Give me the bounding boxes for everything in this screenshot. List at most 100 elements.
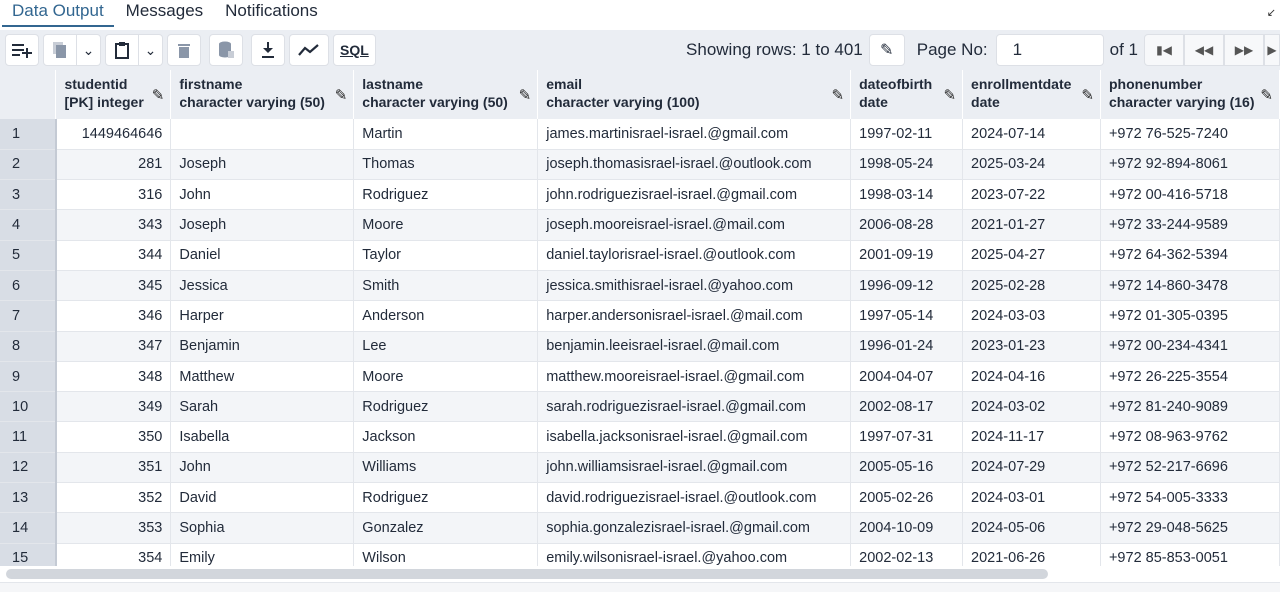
table-cell[interactable]: 344 — [55, 240, 172, 271]
delete-button[interactable] — [167, 34, 201, 66]
table-cell[interactable]: Benjamin — [170, 331, 355, 362]
column-header-enrollmentdate[interactable]: enrollmentdate date ✎ — [962, 70, 1101, 119]
table-cell[interactable]: matthew.mooreisrael-israel.@gmail.com — [537, 361, 852, 393]
table-cell[interactable]: jessica.smithisrael-israel.@yahoo.com — [537, 270, 852, 302]
column-header-studentid[interactable]: studentid [PK] integer ✎ — [55, 70, 172, 119]
table-cell[interactable]: 2024-03-02 — [962, 391, 1101, 423]
table-cell[interactable]: +972 00-416-5718 — [1100, 179, 1280, 211]
table-cell[interactable]: sarah.rodriguezisrael-israel.@gmail.com — [537, 391, 852, 423]
row-number-cell[interactable]: 2 — [0, 149, 57, 181]
paste-options-button[interactable]: ⌄ — [139, 34, 163, 66]
column-header-email[interactable]: email character varying (100) ✎ — [537, 70, 852, 119]
table-cell[interactable]: benjamin.leeisrael-israel.@mail.com — [537, 331, 852, 362]
table-cell[interactable]: harper.andersonisrael-israel.@mail.com — [537, 300, 852, 332]
table-cell[interactable]: 1996-01-24 — [850, 331, 964, 362]
table-cell[interactable]: 2006-08-28 — [850, 209, 964, 241]
table-cell[interactable]: +972 14-860-3478 — [1100, 270, 1280, 302]
table-cell[interactable]: 2005-02-26 — [850, 482, 964, 514]
table-cell[interactable]: Anderson — [353, 300, 539, 332]
table-cell[interactable]: sophia.gonzalezisrael-israel.@gmail.com — [537, 512, 852, 544]
table-cell[interactable]: Rodriguez — [353, 482, 539, 514]
download-button[interactable] — [251, 34, 285, 66]
pencil-icon[interactable]: ✎ — [943, 86, 956, 104]
row-number-cell[interactable]: 9 — [0, 361, 57, 393]
table-cell[interactable]: 354 — [55, 543, 172, 566]
table-cell[interactable]: +972 76-525-7240 — [1100, 119, 1280, 150]
table-cell[interactable]: +972 00-234-4341 — [1100, 331, 1280, 362]
table-cell[interactable]: Isabella — [170, 421, 355, 453]
table-cell[interactable]: Williams — [353, 452, 539, 484]
table-cell[interactable]: Jessica — [170, 270, 355, 302]
table-cell[interactable]: 353 — [55, 512, 172, 544]
table-row[interactable]: 12 351 John Williams john.williamsisrael-isr… — [0, 452, 1280, 484]
table-cell[interactable]: john.williamsisrael-israel.@gmail.com — [537, 452, 852, 484]
paste-button[interactable] — [105, 34, 139, 66]
table-cell[interactable]: 2025-03-24 — [962, 149, 1101, 181]
pencil-icon[interactable]: ✎ — [519, 86, 532, 104]
table-cell[interactable]: +972 29-048-5625 — [1100, 512, 1280, 544]
sql-button[interactable]: SQL — [333, 34, 376, 66]
row-number-cell[interactable]: 15 — [0, 543, 57, 566]
table-cell[interactable]: david.rodriguezisrael-israel.@outlook.co… — [537, 482, 852, 514]
row-number-cell[interactable]: 10 — [0, 391, 57, 423]
pencil-icon[interactable]: ✎ — [1081, 86, 1094, 104]
table-cell[interactable]: 1996-09-12 — [850, 270, 964, 302]
table-cell[interactable]: Lee — [353, 331, 539, 362]
copy-options-button[interactable]: ⌄ — [77, 34, 101, 66]
table-cell[interactable]: Gonzalez — [353, 512, 539, 544]
table-cell[interactable]: 2024-07-14 — [962, 119, 1101, 150]
table-cell[interactable]: 2024-07-29 — [962, 452, 1101, 484]
table-cell[interactable]: 351 — [55, 452, 172, 484]
table-cell[interactable]: Moore — [353, 361, 539, 393]
table-cell[interactable]: +972 08-963-9762 — [1100, 421, 1280, 453]
column-header-firstname[interactable]: firstname character varying (50) ✎ — [170, 70, 355, 119]
table-cell[interactable]: Rodriguez — [353, 179, 539, 211]
row-number-cell[interactable]: 6 — [0, 270, 57, 302]
table-cell[interactable]: 346 — [55, 300, 172, 332]
table-cell[interactable]: james.martinisrael-israel.@gmail.com — [537, 119, 852, 150]
row-number-cell[interactable]: 11 — [0, 421, 57, 453]
table-cell[interactable]: 281 — [55, 149, 172, 181]
last-page-button[interactable]: ▶ — [1264, 34, 1280, 66]
table-cell[interactable]: 2025-04-27 — [962, 240, 1101, 271]
table-cell[interactable]: Martin — [353, 119, 539, 150]
table-cell[interactable]: 2024-03-01 — [962, 482, 1101, 514]
row-number-cell[interactable]: 3 — [0, 179, 57, 211]
add-row-button[interactable] — [5, 34, 39, 66]
table-cell[interactable]: Moore — [353, 209, 539, 241]
table-row[interactable]: 1 1449464646 Martin james.martinisrael-isra… — [0, 119, 1280, 150]
copy-button[interactable] — [43, 34, 77, 66]
table-row[interactable]: 9 348 Matthew Moore matthew.mooreisrael-isra… — [0, 361, 1280, 393]
table-cell[interactable]: Daniel — [170, 240, 355, 271]
table-cell[interactable]: 316 — [55, 179, 172, 211]
column-header-lastname[interactable]: lastname character varying (50) ✎ — [353, 70, 539, 119]
table-cell[interactable]: daniel.taylorisrael-israel.@outlook.com — [537, 240, 852, 271]
row-number-cell[interactable]: 13 — [0, 482, 57, 514]
horizontal-scrollbar[interactable] — [6, 569, 1048, 579]
table-cell[interactable]: isabella.jacksonisrael-israel.@gmail.com — [537, 421, 852, 453]
table-cell[interactable]: 2004-04-07 — [850, 361, 964, 393]
table-cell[interactable]: Thomas — [353, 149, 539, 181]
tab-notifications[interactable]: Notifications — [215, 0, 328, 27]
table-row[interactable]: 14 353 Sophia Gonzalez sophia.gonzalezisrael… — [0, 512, 1280, 544]
table-cell[interactable]: Joseph — [170, 209, 355, 241]
table-cell[interactable]: +972 85-853-0051 — [1100, 543, 1280, 566]
table-cell[interactable]: +972 64-362-5394 — [1100, 240, 1280, 271]
table-cell[interactable]: 2025-02-28 — [962, 270, 1101, 302]
table-cell[interactable]: Harper — [170, 300, 355, 332]
next-page-button[interactable]: ▶▶ — [1224, 34, 1264, 66]
pencil-icon[interactable]: ✎ — [832, 86, 845, 104]
table-cell[interactable]: Rodriguez — [353, 391, 539, 423]
table-cell[interactable]: 2024-05-06 — [962, 512, 1101, 544]
table-cell[interactable]: 349 — [55, 391, 172, 423]
table-cell[interactable]: 1998-03-14 — [850, 179, 964, 211]
table-cell[interactable]: 345 — [55, 270, 172, 302]
table-cell[interactable]: 1997-07-31 — [850, 421, 964, 453]
table-row[interactable]: 13 352 David Rodriguez david.rodriguezisrael… — [0, 482, 1280, 514]
table-cell[interactable]: 347 — [55, 331, 172, 362]
table-cell[interactable]: 2024-11-17 — [962, 421, 1101, 453]
table-cell[interactable]: 1997-05-14 — [850, 300, 964, 332]
table-cell[interactable]: 1997-02-11 — [850, 119, 964, 150]
table-cell[interactable]: 2001-09-19 — [850, 240, 964, 271]
column-header-phonenumber[interactable]: phonenumber character varying (16) ✎ — [1100, 70, 1280, 119]
